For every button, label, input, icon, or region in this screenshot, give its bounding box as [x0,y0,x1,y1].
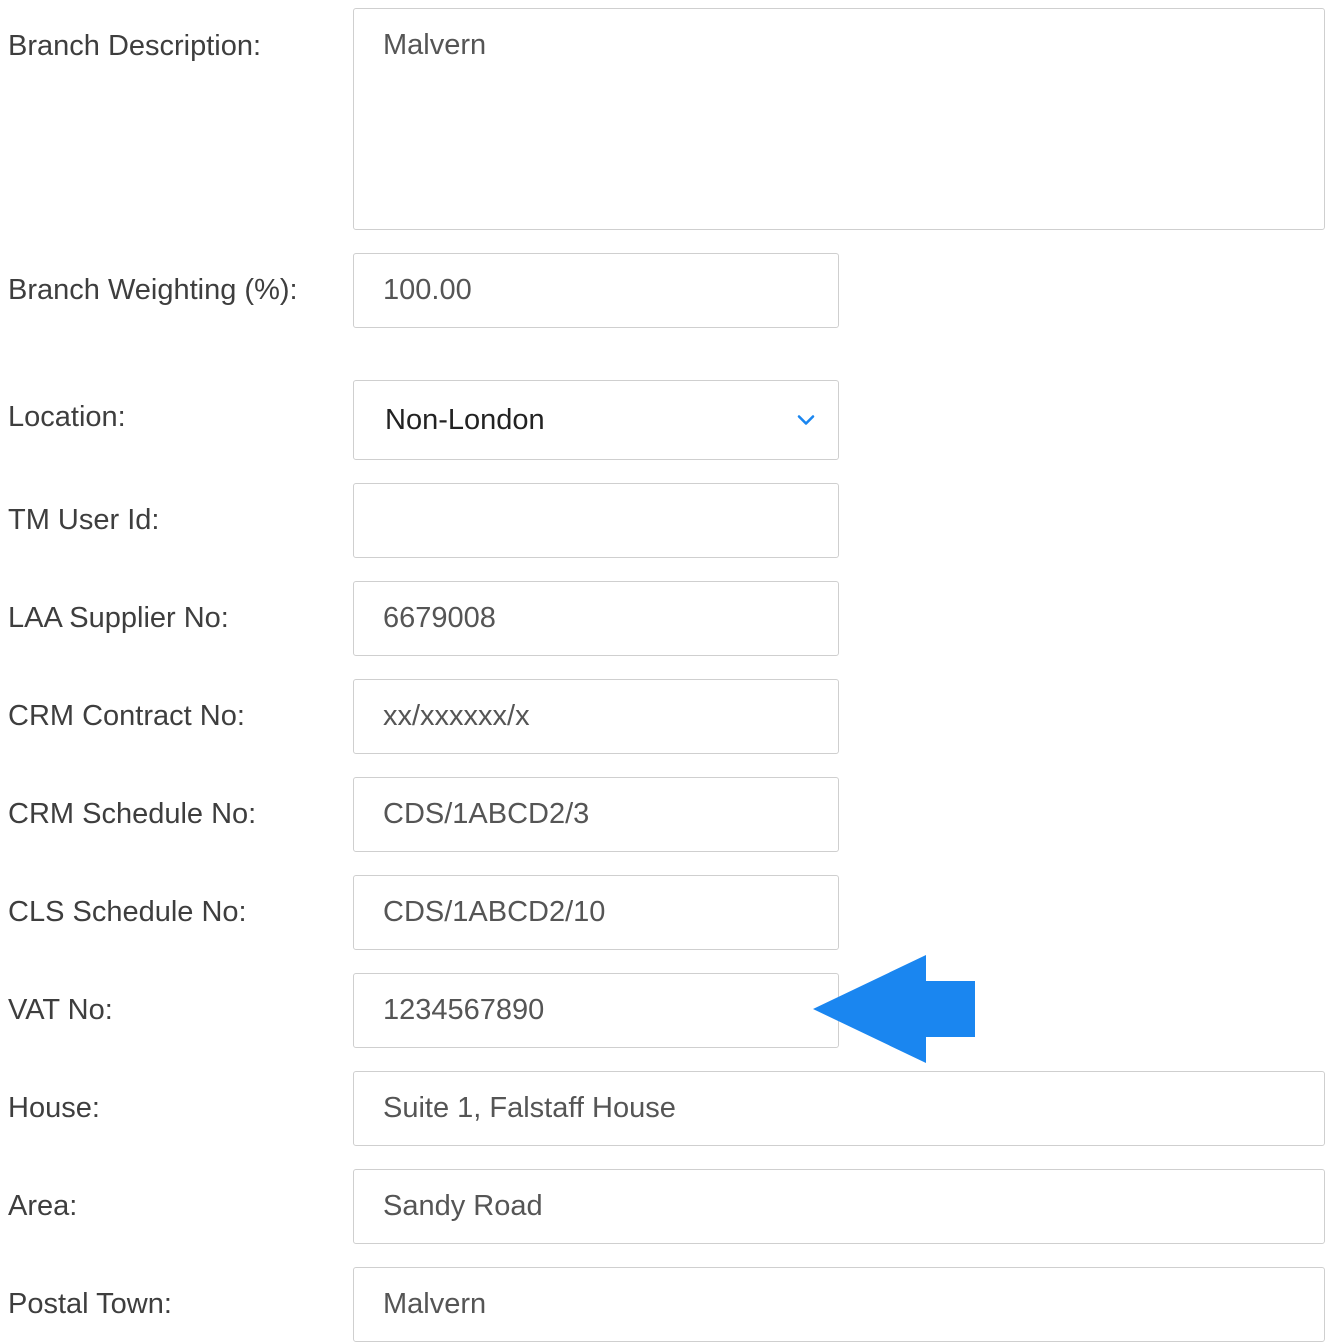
crm-schedule-no-label: CRM Schedule No: [8,798,257,830]
cls-schedule-no-label: CLS Schedule No: [8,896,247,928]
arrow-left-icon [813,955,975,1063]
branch-weighting-input[interactable] [353,253,839,328]
area-label: Area: [8,1190,78,1222]
postal-town-label: Postal Town: [8,1288,172,1320]
location-label: Location: [8,401,126,433]
branch-details-form: Branch Description: Malvern Branch Weigh… [0,0,1325,1342]
house-input[interactable] [353,1071,1325,1146]
crm-contract-no-label: CRM Contract No: [8,700,245,732]
laa-supplier-no-input[interactable] [353,581,839,656]
location-selected-value: Non-London [385,404,545,436]
crm-schedule-no-input[interactable] [353,777,839,852]
tm-user-id-label: TM User Id: [8,504,160,536]
vat-no-label: VAT No: [8,994,113,1026]
area-input[interactable] [353,1169,1325,1244]
branch-description-label: Branch Description: [8,30,262,62]
laa-supplier-no-label: LAA Supplier No: [8,602,229,634]
chevron-down-icon [797,415,815,425]
branch-weighting-label: Branch Weighting (%): [8,274,298,306]
cls-schedule-no-input[interactable] [353,875,839,950]
vat-no-input[interactable] [353,973,839,1048]
tm-user-id-input[interactable] [353,483,839,558]
location-select[interactable]: Non-London [353,380,839,460]
branch-description-textarea[interactable]: Malvern [353,8,1325,230]
house-label: House: [8,1092,100,1124]
postal-town-input[interactable] [353,1267,1325,1342]
crm-contract-no-input[interactable] [353,679,839,754]
